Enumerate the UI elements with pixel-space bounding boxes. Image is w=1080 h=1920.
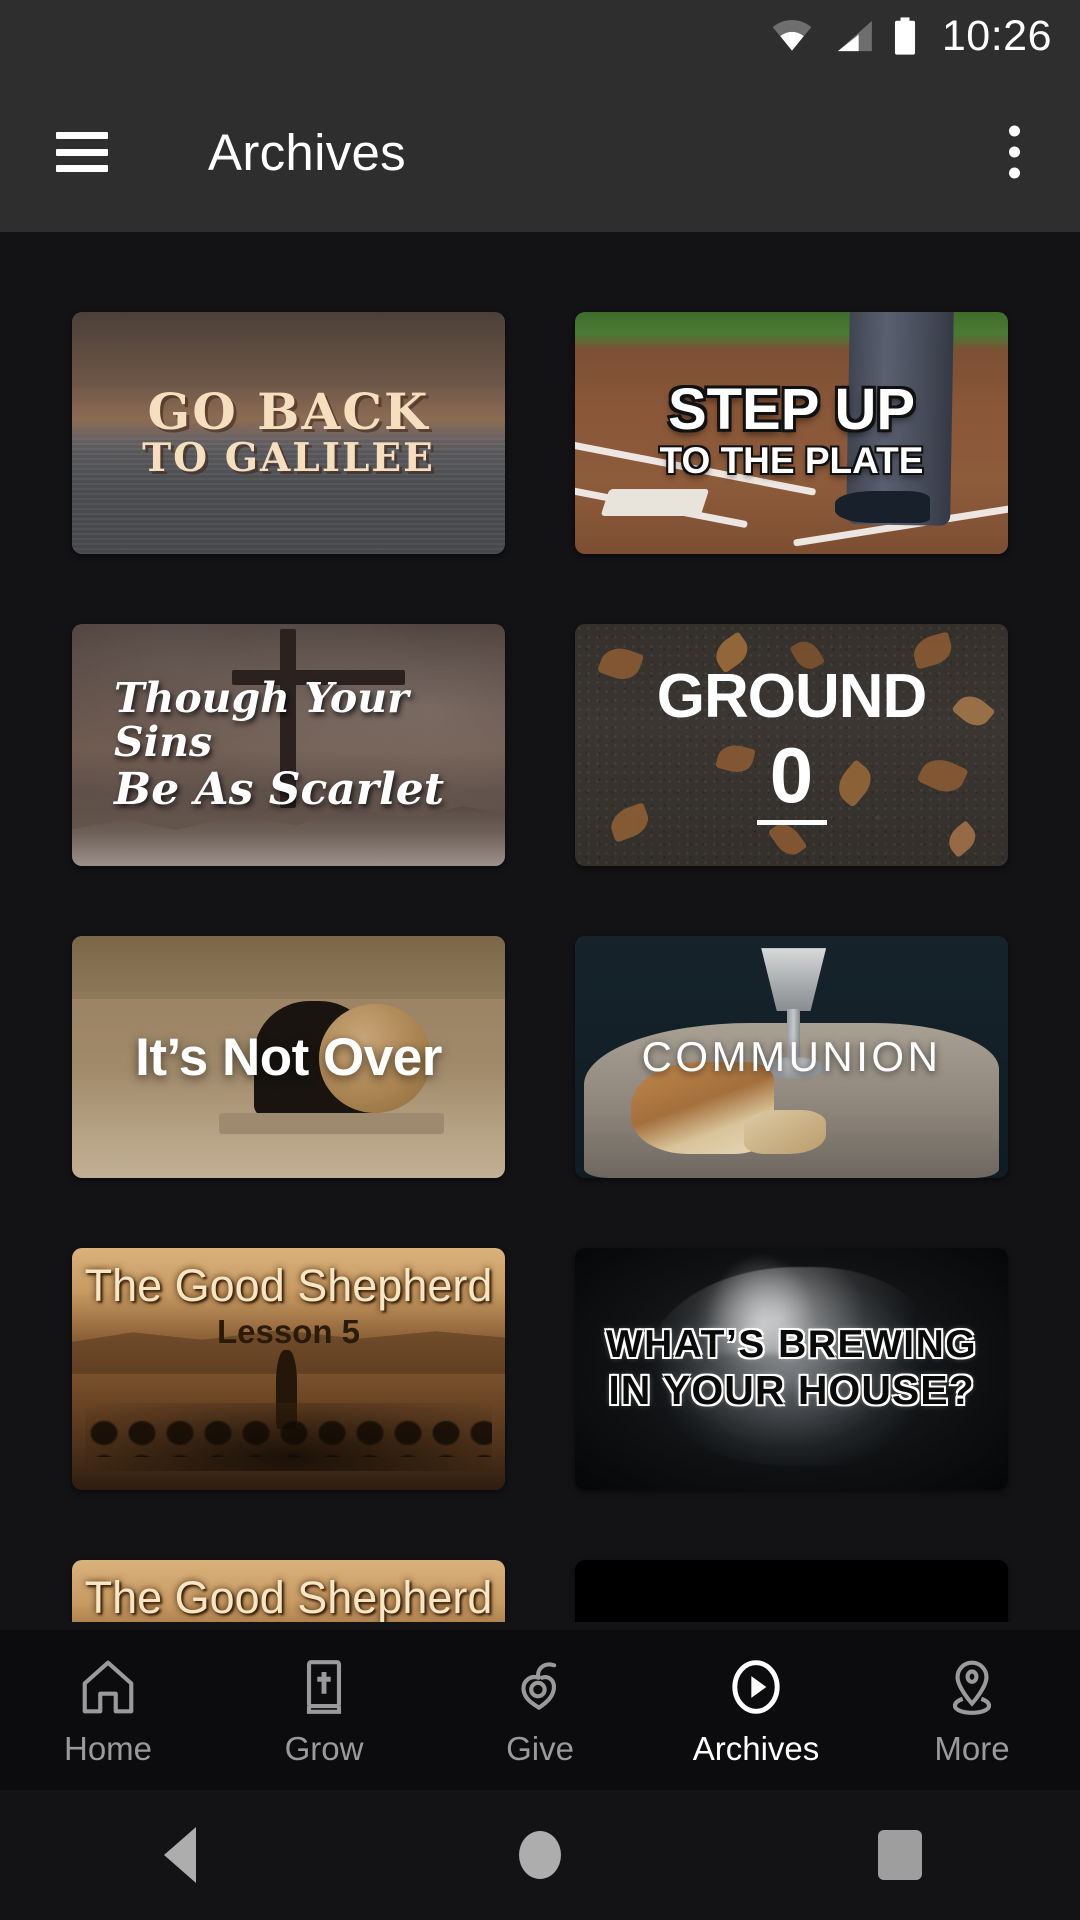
home-icon xyxy=(77,1656,139,1718)
archive-card-step-up-to-the-plate[interactable]: STEP UP TO THE PLATE xyxy=(575,312,1008,554)
nav-item-home[interactable]: Home xyxy=(0,1630,216,1790)
thumbnail-image xyxy=(72,624,505,866)
battery-icon xyxy=(892,17,918,55)
cellular-signal-icon xyxy=(832,19,874,53)
thumbnail-image xyxy=(72,1248,505,1490)
archives-scroll-area[interactable]: GO BACK TO GALILEE STEP UP TO THE PLATE xyxy=(0,232,1080,1622)
thumbnail-image xyxy=(575,312,1008,554)
bottom-navigation-bar: Home Grow Give Archives More xyxy=(0,1630,1080,1790)
status-bar: 10:26 xyxy=(0,0,1080,72)
archive-card-the-good-shepherd-2[interactable]: The Good Shepherd xyxy=(72,1560,505,1622)
archive-card-its-not-over[interactable]: It’s Not Over xyxy=(72,936,505,1178)
more-vertical-icon[interactable] xyxy=(999,116,1030,189)
thumbnail-image xyxy=(72,312,505,554)
nav-item-more[interactable]: More xyxy=(864,1630,1080,1790)
nav-item-give[interactable]: Give xyxy=(432,1630,648,1790)
bible-icon xyxy=(293,1656,355,1718)
nav-item-grow[interactable]: Grow xyxy=(216,1630,432,1790)
nav-label-grow: Grow xyxy=(284,1729,364,1767)
nav-item-archives[interactable]: Archives xyxy=(648,1630,864,1790)
thumbnail-image xyxy=(575,936,1008,1178)
home-circle-icon[interactable] xyxy=(440,1831,640,1879)
nav-label-more: More xyxy=(934,1729,1010,1767)
wifi-icon xyxy=(770,19,814,53)
nav-label-give: Give xyxy=(506,1729,574,1767)
page-title: Archives xyxy=(208,123,406,181)
play-circle-icon xyxy=(725,1656,787,1718)
archive-card-whats-brewing-in-your-house[interactable]: WHAT’S BREWING IN YOUR HOUSE? xyxy=(575,1248,1008,1490)
app-bar: Archives xyxy=(0,72,1080,232)
thumbnail-image xyxy=(575,1560,1008,1622)
archive-card-though-your-sins-be-as-scarlet[interactable]: Though Your Sins Be As Scarlet xyxy=(72,624,505,866)
nav-label-archives: Archives xyxy=(692,1729,820,1767)
archives-grid: GO BACK TO GALILEE STEP UP TO THE PLATE xyxy=(0,232,1080,1622)
thumbnail-image xyxy=(72,1560,505,1622)
archive-card-go-back-to-galilee[interactable]: GO BACK TO GALILEE xyxy=(72,312,505,554)
archive-card-ground-0[interactable]: GROUND 0 xyxy=(575,624,1008,866)
thumbnail-image xyxy=(575,1248,1008,1490)
back-triangle-icon[interactable] xyxy=(80,1827,280,1883)
archive-card-the-good-shepherd-lesson-5[interactable]: The Good Shepherd Lesson 5 xyxy=(72,1248,505,1490)
app-screen: 10:26 Archives GO BACK TO GALILEE STEP U… xyxy=(0,0,1080,1920)
android-navigation-bar xyxy=(0,1790,1080,1920)
recents-square-icon[interactable] xyxy=(800,1830,1000,1880)
location-pin-icon xyxy=(941,1656,1003,1718)
thumbnail-image xyxy=(575,624,1008,866)
giving-hands-icon xyxy=(509,1656,571,1718)
thumbnail-image xyxy=(72,936,505,1178)
archive-card-grayscale-gradient[interactable] xyxy=(575,1560,1008,1622)
nav-label-home: Home xyxy=(63,1729,153,1767)
archive-card-communion[interactable]: COMMUNION xyxy=(575,936,1008,1178)
status-bar-clock: 10:26 xyxy=(941,11,1052,60)
hamburger-menu-icon[interactable] xyxy=(56,132,108,172)
